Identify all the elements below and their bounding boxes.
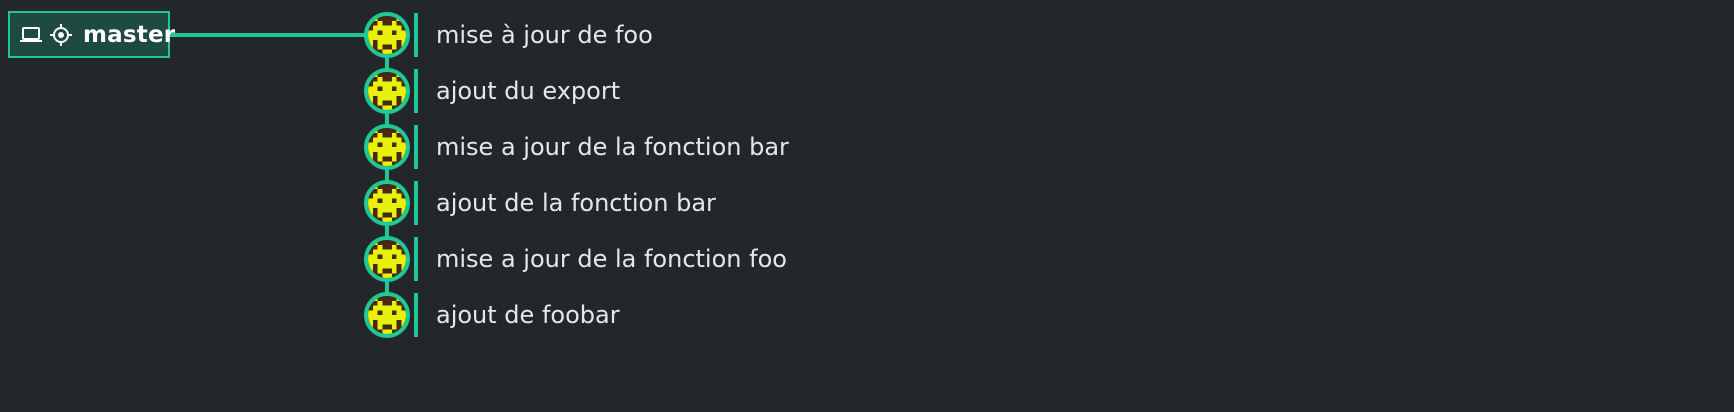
pixel-invader-avatar (368, 72, 406, 110)
commit-message: mise a jour de la fonction bar (436, 133, 789, 161)
commit-avatar[interactable] (364, 68, 410, 114)
pixel-invader-avatar (368, 240, 406, 278)
commit-avatar[interactable] (364, 292, 410, 338)
commit-row[interactable]: ajout du export (414, 69, 1114, 113)
target-icon (50, 23, 72, 46)
commit-avatar[interactable] (364, 236, 410, 282)
pixel-invader-avatar (368, 128, 406, 166)
commit-graph: master mise à jour de foo ajout du expor… (0, 0, 1734, 412)
commit-message: ajout de la fonction bar (436, 189, 716, 217)
commit-avatar[interactable] (364, 180, 410, 226)
commit-message: ajout de foobar (436, 301, 620, 329)
commit-row-bar (414, 237, 418, 281)
commit-row-bar (414, 125, 418, 169)
pixel-invader-avatar (368, 16, 406, 54)
pixel-invader-avatar (368, 184, 406, 222)
commit-row-bar (414, 69, 418, 113)
commit-avatar[interactable] (364, 12, 410, 58)
commit-message: ajout du export (436, 77, 621, 105)
branch-label-master[interactable]: master (8, 11, 175, 58)
branch-name: master (83, 21, 176, 48)
commit-avatar[interactable] (364, 124, 410, 170)
commit-row[interactable]: ajout de foobar (414, 293, 1114, 337)
commit-row-bar (414, 13, 418, 57)
commit-row-bar (414, 293, 418, 337)
commit-row[interactable]: mise à jour de foo (414, 13, 1114, 57)
commit-row[interactable]: mise a jour de la fonction foo (414, 237, 1114, 281)
commit-row[interactable]: mise a jour de la fonction bar (414, 125, 1114, 169)
pixel-invader-avatar (368, 296, 406, 334)
laptop-icon (20, 26, 42, 43)
commit-row-bar (414, 181, 418, 225)
commit-message: mise a jour de la fonction foo (436, 245, 787, 273)
commit-message: mise à jour de foo (436, 21, 653, 49)
commit-row[interactable]: ajout de la fonction bar (414, 181, 1114, 225)
